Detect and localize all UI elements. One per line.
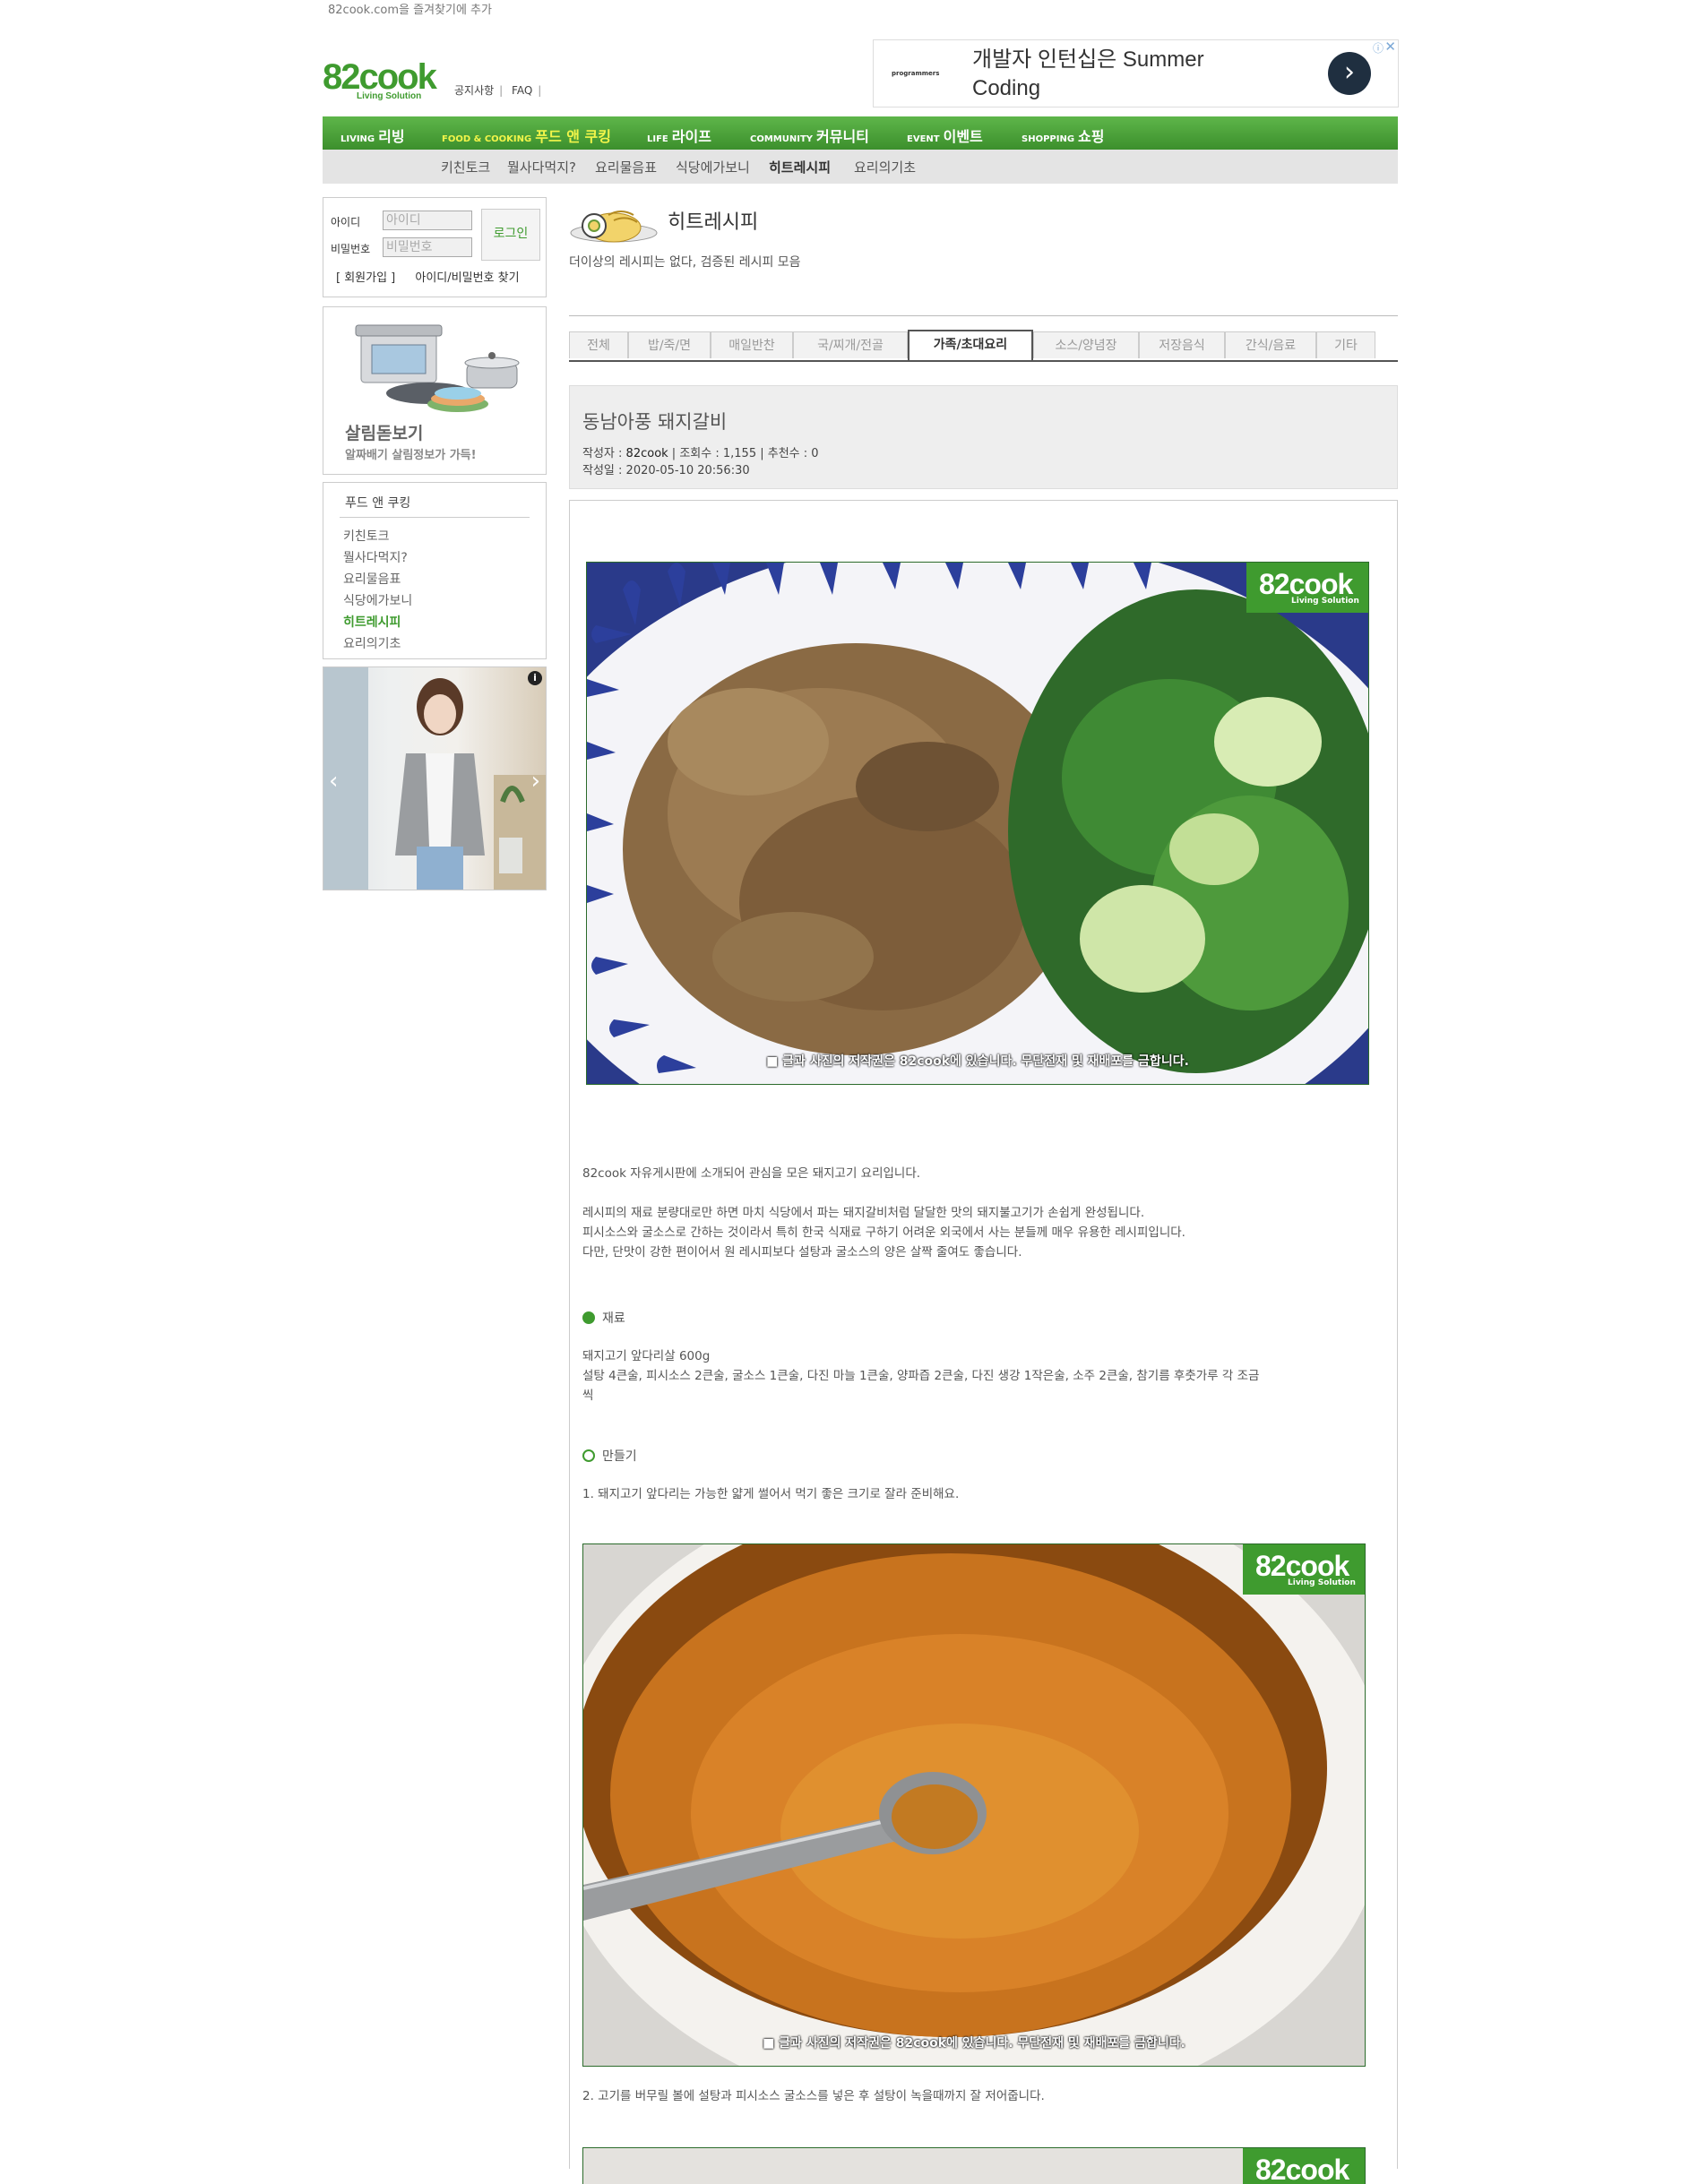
site-logo[interactable]: 82cook Living Solution [323,59,448,104]
desc-line-3: 다만, 단맛이 강한 편이어서 원 레시피보다 설탕과 굴소스의 양은 살짝 줄… [582,1245,1022,1260]
intro-text: 82cook 자유게시판에 소개되어 관심을 모은 돼지고기 요리입니다. [582,1166,921,1181]
page: 82cook.com을 즐겨찾기에 추가 82cook Living Solut… [323,0,1399,2184]
post-views: 1,155 [722,447,757,460]
category-item[interactable]: 뭘사다먹지? [343,547,412,569]
copyright-notice: ■ 글과 사진의 저작권은 82cook에 있습니다. 무단전재 및 재배포를 … [766,1054,1189,1069]
banner-info-icon[interactable]: i [528,671,542,685]
login-button[interactable]: 로그인 [481,209,540,261]
leaf-bullet-icon [582,1311,595,1324]
ingredient-line-1: 돼지고기 앞다리살 600g [582,1349,711,1363]
watermark-logo: 82cook Living Solution [1246,563,1368,613]
bookmark-link[interactable]: 82cook.com을 즐겨찾기에 추가 [328,0,492,17]
tab-preserved[interactable]: 저장음식 [1139,331,1225,358]
post-recommend: 0 [811,447,819,460]
tab-snack-drink[interactable]: 간식/음료 [1225,331,1316,358]
category-item[interactable]: 요리물음표 [343,569,412,590]
watermark-logo: 82cook [1243,2148,1365,2184]
post-title: 동남아풍 돼지갈비 [582,411,728,433]
board-description: 더이상의 레시피는 없다, 검증된 레시피 모음 [569,255,801,270]
fashion-ad-banner[interactable]: ‹ › i [323,666,547,890]
post-meta: 작성자 : 82cook | 조회수 : 1,155 | 추천수 : 0 작성일… [582,447,819,477]
top-links: 공지사항 | FAQ | [454,84,542,97]
tab-sauce[interactable]: 소스/양념장 [1033,331,1139,358]
tab-family-party[interactable]: 가족/초대요리 [908,330,1033,360]
step-1-text: 1. 돼지고기 앞다리는 가능한 얇게 썰어서 먹기 좋은 크기로 잘라 준비해… [582,1487,960,1501]
password-input[interactable]: 비밀번호 [383,237,472,257]
category-tabs: 전체 밥/죽/면 매일반찬 국/찌개/전골 가족/초대요리 소스/양념장 저장음… [569,330,1398,362]
sauce-bowl-image [583,1544,1365,2066]
promo-subtitle: 알짜배기 살림정보가 가득! [345,449,477,462]
category-item-active[interactable]: 히트레시피 [343,612,412,633]
category-box: 푸드 앤 쿠킹 키친토크 뭘사다먹지? 요리물음표 식당에가보니 히트레시피 요… [323,482,547,659]
promo-banner[interactable]: 살림돋보기 알짜배기 살림정보가 가득! [323,306,547,475]
content-column: 히트레시피 더이상의 레시피는 없다, 검증된 레시피 모음 전체 밥/죽/면 … [569,0,1398,2184]
banner-prev-icon[interactable]: ‹ [329,768,338,795]
post-author[interactable]: 82cook [626,447,668,460]
method-heading: 만들기 [582,1447,637,1465]
kitchenware-illustration [355,324,520,412]
find-account-link[interactable]: 아이디/비밀번호 찾기 [415,271,519,285]
recipe-photo-2: 82cook Living Solution ■ 글과 사진의 저작권은 82co… [582,1543,1366,2067]
logo-subtitle: Living Solution [357,91,422,101]
step-2-text: 2. 고기를 버무릴 볼에 설탕과 피시소스 굴소스를 넣은 후 설탕이 녹을때… [582,2089,1045,2103]
ring-bullet-icon [582,1449,595,1462]
post-date: 2020-05-10 20:56:30 [625,464,750,477]
tab-daily-side[interactable]: 매일반찬 [711,331,793,358]
ingredient-line-2: 설탕 4큰술, 피시소스 2큰술, 굴소스 1큰술, 다진 마늘 1큰술, 양파… [582,1369,1260,1383]
join-link[interactable]: [ 회원가입 ] [336,271,395,285]
subnav-kitchen-talk[interactable]: 키친토크 [441,158,490,176]
category-list: 키친토크 뭘사다먹지? 요리물음표 식당에가보니 히트레시피 요리의기초 [343,526,412,655]
tab-etc[interactable]: 기타 [1316,331,1375,358]
desc-line-1: 레시피의 재료 분량대로만 하면 마치 식당에서 파는 돼지갈비처럼 달달한 맛… [582,1206,1145,1220]
login-box: 아이디 아이디 비밀번호 비밀번호 로그인 [ 회원가입 ] 아이디/비밀번호 … [323,197,547,297]
subnav-what-to-buy[interactable]: 뭘사다먹지? [507,158,576,176]
banner-next-icon[interactable]: › [531,768,540,795]
watermark-logo: 82cook Living Solution [1243,1544,1365,1595]
grilled-pork-image [587,563,1368,1084]
nav-living[interactable]: LIVING 리빙 [341,125,405,146]
hit-recipe-icon [570,211,658,243]
post-body: 82cook Living Solution ■ 글과 사진의 저작권은 82co… [569,500,1398,2184]
ingredient-line-2-cont: 씩 [582,1389,594,1403]
post-header: 동남아풍 돼지갈비 작성자 : 82cook | 조회수 : 1,155 | 추… [569,385,1398,489]
faq-link[interactable]: FAQ [512,84,532,97]
tab-all[interactable]: 전체 [569,331,628,358]
recipe-photo-1: 82cook Living Solution ■ 글과 사진의 저작권은 82co… [586,562,1369,1085]
category-item[interactable]: 요리의기초 [343,633,412,655]
notice-link[interactable]: 공지사항 [454,84,494,97]
tab-rice-noodle[interactable]: 밥/죽/면 [628,331,711,358]
tab-soup-stew[interactable]: 국/찌개/전골 [793,331,908,358]
recipe-photo-3: 82cook [582,2147,1366,2184]
promo-title: 살림돋보기 [345,424,424,443]
category-item[interactable]: 식당에가보니 [343,590,412,612]
id-input[interactable]: 아이디 [383,211,472,230]
logo-text: 82cook [323,57,437,97]
fashion-model-image [323,667,546,890]
category-title: 푸드 앤 쿠킹 [345,496,411,511]
copyright-notice: ■ 글과 사진의 저작권은 82cook에 있습니다. 무단전재 및 재배포를 … [763,2036,1185,2051]
password-label: 비밀번호 [331,243,371,255]
id-label: 아이디 [331,216,361,228]
login-links: [ 회원가입 ] 아이디/비밀번호 찾기 [336,268,520,285]
category-item[interactable]: 키친토크 [343,526,412,547]
ingredients-heading: 재료 [582,1309,625,1327]
desc-line-2: 피시소스와 굴소스로 간하는 것이라서 특히 한국 식재료 구하기 어려운 외국… [582,1225,1185,1240]
board-title: 히트레시피 [668,211,759,234]
